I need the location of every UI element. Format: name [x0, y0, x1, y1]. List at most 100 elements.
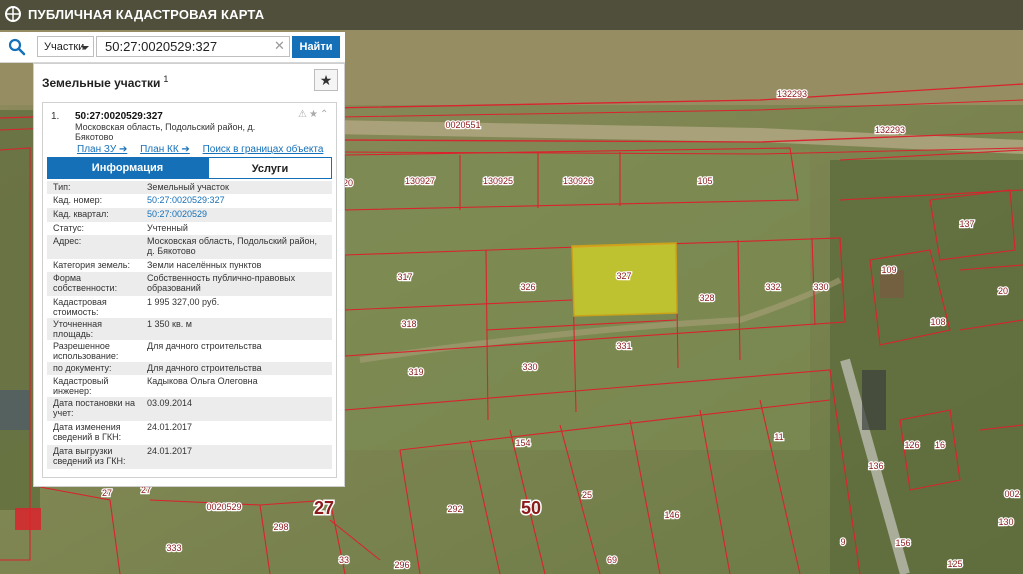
- attribute-row: Кад. квартал: 50:27:0020529: [47, 208, 332, 222]
- parcel-label: 130925: [483, 176, 513, 186]
- star-icon: ★: [319, 72, 333, 88]
- attribute-value[interactable]: 50:27:0020529:327: [147, 195, 327, 206]
- parcel-label: 20: [998, 286, 1008, 296]
- tab-services[interactable]: Услуги: [208, 157, 332, 179]
- attribute-value: Для дачного строительства: [147, 363, 262, 373]
- attribute-row: Адрес: Московская область, Подольский рай…: [47, 235, 332, 259]
- parcel-label: 330: [522, 362, 537, 372]
- attribute-key: Форма собственности:: [53, 273, 118, 293]
- parcel-label: 292: [447, 504, 462, 514]
- attribute-key: Кад. номер:: [53, 195, 103, 205]
- attribute-value: Кадыкова Ольга Олеговна: [147, 376, 258, 386]
- parcel-label: 132293: [875, 125, 905, 135]
- attribute-value: 1 350 кв. м: [147, 319, 192, 329]
- attribute-value: 24.01.2017: [147, 422, 193, 432]
- card-tabs: Информация Услуги: [47, 157, 332, 179]
- logo-icon: [5, 6, 21, 22]
- parcel-label: 105: [697, 176, 712, 186]
- object-type-select[interactable]: Участки: [37, 36, 94, 57]
- attribute-row: Разрешенное использование: Для дачного ст…: [47, 340, 332, 362]
- parcel-label: 130926: [563, 176, 593, 186]
- clear-icon[interactable]: ✕: [274, 38, 285, 54]
- parcel-label: 33: [339, 555, 349, 565]
- parcel-label: 318: [401, 319, 416, 329]
- card-cadastral-id[interactable]: 50:27:0020529:327: [75, 111, 163, 122]
- attribute-key: Кад. квартал:: [53, 209, 109, 219]
- parcel-label: 69: [607, 555, 617, 565]
- card-address: Московская область, Подольский район, д.…: [75, 122, 256, 142]
- parcel-label: 331: [616, 341, 631, 351]
- attribute-row: Дата изменения сведений в ГКН: 24.01.2017: [47, 421, 332, 445]
- attribute-key: Статус:: [53, 223, 84, 233]
- attribute-row: Кадастровая стоимость: 1 995 327,00 руб.: [47, 296, 332, 318]
- parcel-label: 137: [959, 219, 974, 229]
- village-roof: [862, 370, 886, 430]
- attribute-key: Разрешенное использование:: [53, 341, 119, 361]
- top-bar: ПУБЛИЧНАЯ КАДАСТРОВАЯ КАРТА: [0, 0, 1023, 30]
- warning-icon[interactable]: ⚠: [298, 109, 309, 120]
- parcel-label: 156: [895, 538, 910, 548]
- parcel-label: 330: [813, 282, 828, 292]
- attribute-value: Московская область, Подольский район, д.…: [147, 236, 317, 256]
- search-icon[interactable]: [8, 38, 26, 56]
- app-title: ПУБЛИЧНАЯ КАДАСТРОВАЯ КАРТА: [28, 7, 265, 22]
- panel-title-text: Земельные участки: [42, 76, 161, 90]
- parcel-label: 298: [273, 522, 288, 532]
- parcel-label: 108: [930, 317, 945, 327]
- parcel-label: 16: [935, 440, 945, 450]
- parcel-label: 109: [881, 265, 896, 275]
- attribute-row: Кадастровый инженер: Кадыкова Ольга Олего…: [47, 375, 332, 397]
- attribute-value[interactable]: 50:27:0020529: [147, 209, 327, 220]
- quarter-label: 50: [521, 498, 541, 518]
- attribute-key: по документу:: [53, 363, 112, 373]
- attribute-key: Дата постановки на учет:: [53, 398, 136, 418]
- parcel-label: 332: [765, 282, 780, 292]
- card-actions: ⚠★⌃: [298, 109, 330, 120]
- object-type-label: Участки: [44, 41, 85, 53]
- favorites-button[interactable]: ★: [314, 69, 338, 91]
- parcel-label: 136: [868, 461, 883, 471]
- search-bar: Участки ✕ Найти: [0, 32, 345, 63]
- attribute-key: Тип:: [53, 182, 71, 192]
- attribute-table: Тип: Земельный участок Кад. номер: 50:27:00…: [47, 181, 332, 469]
- attribute-value: 1 995 327,00 руб.: [147, 297, 220, 307]
- attribute-value: Земельный участок: [147, 182, 229, 192]
- parcel-label: 317: [397, 272, 412, 282]
- attribute-key: Дата выгрузки сведений из ГКН:: [53, 446, 126, 466]
- attribute-value: 03.09.2014: [147, 398, 193, 408]
- parcel-label: 319: [408, 367, 423, 377]
- village-roof-3: [0, 390, 30, 430]
- parcel-label: 11: [774, 432, 783, 442]
- plan-kk-link[interactable]: План КК ➔: [140, 144, 190, 155]
- attribute-row: Категория земель: Земли населённых пункто…: [47, 259, 332, 272]
- attribute-row: Уточненная площадь: 1 350 кв. м: [47, 318, 332, 340]
- chevron-up-icon[interactable]: ⌃: [320, 109, 330, 120]
- parcel-card: 1. 50:27:0020529:327 Московская область,…: [42, 102, 337, 478]
- parcel-label: 002: [1004, 489, 1019, 499]
- parcel-label: 328: [699, 293, 714, 303]
- find-button[interactable]: Найти: [292, 36, 340, 58]
- search-input[interactable]: [96, 36, 290, 57]
- parcel-label: 126: [904, 440, 919, 450]
- attribute-value: Учтенный: [147, 223, 188, 233]
- attribute-row: Кад. номер: 50:27:0020529:327: [47, 194, 332, 208]
- parcel-label: 0020551: [445, 120, 480, 130]
- parcel-label: 25: [582, 490, 592, 500]
- parcel-label: 130: [998, 517, 1013, 527]
- chevron-down-icon: [81, 46, 89, 50]
- attribute-value: Для дачного строительства: [147, 341, 262, 351]
- parcel-label: 132293: [777, 89, 807, 99]
- parcel-label: 326: [520, 282, 535, 292]
- tab-info[interactable]: Информация: [47, 157, 208, 179]
- panel-title: Земельные участки 1: [42, 74, 168, 90]
- attribute-key: Категория земель:: [53, 260, 130, 270]
- star-icon[interactable]: ★: [309, 109, 320, 120]
- attribute-key: Уточненная площадь:: [53, 319, 103, 339]
- parcel-label: 125: [947, 559, 962, 569]
- plan-zu-link[interactable]: План ЗУ ➔: [77, 144, 127, 155]
- parcel-label: 333: [166, 543, 181, 553]
- attribute-row: Дата выгрузки сведений из ГКН: 24.01.2017: [47, 445, 332, 469]
- attribute-key: Кадастровый инженер:: [53, 376, 109, 396]
- attribute-value: Земли населённых пунктов: [147, 260, 262, 270]
- card-index: 1.: [51, 111, 60, 122]
